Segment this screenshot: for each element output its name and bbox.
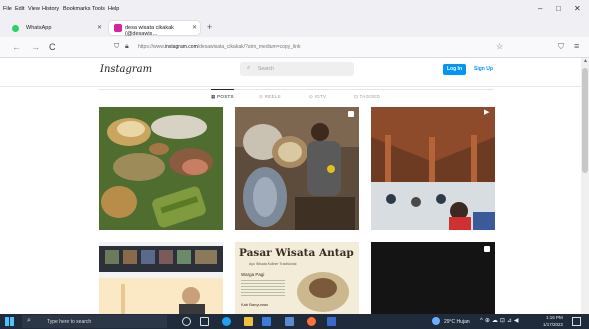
- instagram-favicon-icon: [114, 24, 122, 32]
- post-thumbnail[interactable]: ▶: [371, 107, 495, 230]
- restore-button[interactable]: □: [556, 4, 561, 13]
- forward-button[interactable]: →: [31, 42, 40, 52]
- notification-icon[interactable]: [572, 317, 581, 326]
- tab-whatsapp[interactable]: WhatsApp ✕: [6, 21, 106, 35]
- tab-label: desa wisata cikakak (@desawis…: [125, 25, 174, 37]
- post-thumbnail[interactable]: [99, 107, 223, 230]
- navigation-bar: ← → C ⛉ 🔒︎ https://www.instagram.com/des…: [0, 37, 589, 58]
- back-button[interactable]: ←: [12, 42, 21, 52]
- tab-label: WhatsApp: [26, 25, 52, 31]
- close-tab-icon[interactable]: ✕: [97, 24, 102, 31]
- post-thumbnail[interactable]: [235, 107, 359, 230]
- file-explorer-icon[interactable]: [244, 317, 253, 326]
- url-text: https://www.instagram.com/desawisata_cik…: [138, 44, 301, 50]
- multi-photo-icon: [484, 246, 490, 252]
- poster-line: Kab Banyumas: [241, 302, 269, 307]
- menu-bookmarks[interactable]: Bookmarks: [63, 6, 91, 12]
- hamburger-menu-icon[interactable]: ≡: [574, 41, 579, 51]
- post-thumbnail[interactable]: Pasar Wisata Antap Ayo Wisata Kuliner Tr…: [235, 242, 359, 314]
- poster-subtitle: Ayo Wisata Kuliner Tradisional: [249, 262, 297, 266]
- poster-line: Warga Pagi: [241, 272, 265, 277]
- minimize-button[interactable]: –: [538, 4, 542, 13]
- post-thumbnail[interactable]: [99, 242, 223, 314]
- search-placeholder: Search: [258, 66, 274, 72]
- menu-file[interactable]: File: [3, 6, 12, 12]
- search-input[interactable]: ⌕ Search: [240, 62, 354, 76]
- word-icon[interactable]: [327, 317, 336, 326]
- scroll-up-icon[interactable]: ▲: [583, 58, 588, 64]
- tab-tagged[interactable]: ⊡ TAGGED: [354, 94, 380, 100]
- shield-icon: ⛉: [114, 43, 120, 50]
- clock-date[interactable]: 1/17/2022: [543, 322, 563, 327]
- weather-text[interactable]: 29°C Hujan: [444, 319, 470, 325]
- menu-edit[interactable]: Edit: [15, 6, 24, 12]
- instagram-logo[interactable]: Instagram: [100, 64, 152, 75]
- taskbar: ⌕ Type here to search 29°C Hujan ^⊕☁⊡⊿◀ …: [0, 314, 589, 329]
- instagram-header: Instagram ⌕ Search Log In Sign Up: [0, 58, 581, 87]
- firefox-icon[interactable]: [307, 317, 316, 326]
- poster-text-block: [241, 278, 285, 298]
- tab-posts[interactable]: ▦ POSTS: [211, 89, 234, 100]
- tab-reels[interactable]: ⊙ REELS: [259, 94, 281, 100]
- poster-image: [309, 278, 337, 298]
- clock-time[interactable]: 1:16 PM: [546, 315, 563, 320]
- reload-button[interactable]: C: [49, 42, 56, 52]
- windows-start-icon[interactable]: [5, 317, 14, 326]
- hall-photo: [371, 107, 495, 230]
- profile-tabs: ▦ POSTS ⊙ REELS ⊙ IGTV ⊡ TAGGED: [99, 89, 494, 103]
- menu-tools[interactable]: Tools: [92, 6, 105, 12]
- multi-photo-icon: [348, 111, 354, 117]
- poster-title: Pasar Wisata Antap: [239, 247, 354, 259]
- menu-history[interactable]: History: [42, 6, 59, 12]
- close-tab-icon[interactable]: ✕: [192, 24, 197, 31]
- musician-photo: [235, 107, 359, 230]
- url-bar[interactable]: ⛉ 🔒︎ https://www.instagram.com/desawisat…: [108, 40, 513, 55]
- menu-bar: File Edit View History Bookmarks Tools H…: [0, 0, 589, 18]
- menu-view[interactable]: View: [28, 6, 40, 12]
- page-content: Instagram ⌕ Search Log In Sign Up ▦ POST…: [0, 58, 581, 314]
- whatsapp-icon: [12, 25, 19, 32]
- search-placeholder: Type here to search: [47, 319, 92, 325]
- post-thumbnail[interactable]: [371, 242, 495, 314]
- edge-icon[interactable]: [222, 317, 231, 326]
- shield-icon[interactable]: ⛉: [558, 42, 564, 52]
- food-photo: [99, 107, 223, 230]
- system-tray-icons[interactable]: ^⊕☁⊡⊿◀: [480, 317, 521, 324]
- taskbar-search-input[interactable]: ⌕ Type here to search: [22, 315, 167, 328]
- tab-igtv[interactable]: ⊙ IGTV: [309, 94, 326, 100]
- cortana-icon[interactable]: [182, 317, 191, 326]
- search-icon: ⌕: [27, 317, 31, 324]
- search-icon: ⌕: [247, 65, 251, 71]
- weather-icon: [432, 317, 440, 325]
- store-icon[interactable]: [262, 317, 271, 326]
- collage-photo: [99, 242, 223, 314]
- tab-instagram[interactable]: desa wisata cikakak (@desawis… ✕: [109, 21, 200, 37]
- video-play-icon: ▶: [484, 109, 490, 116]
- tab-bar: WhatsApp ✕ desa wisata cikakak (@desawis…: [0, 18, 589, 37]
- lock-icon: 🔒︎: [125, 43, 129, 50]
- mail-icon[interactable]: [285, 317, 294, 326]
- new-tab-button[interactable]: +: [207, 22, 212, 32]
- menu-help[interactable]: Help: [108, 6, 119, 12]
- close-button[interactable]: ✕: [574, 4, 581, 13]
- signup-link[interactable]: Sign Up: [474, 64, 493, 75]
- task-view-icon[interactable]: [200, 317, 209, 326]
- bookmark-star-icon[interactable]: ☆: [496, 42, 503, 51]
- login-button[interactable]: Log In: [443, 64, 466, 75]
- scrollbar-thumb[interactable]: [582, 68, 588, 173]
